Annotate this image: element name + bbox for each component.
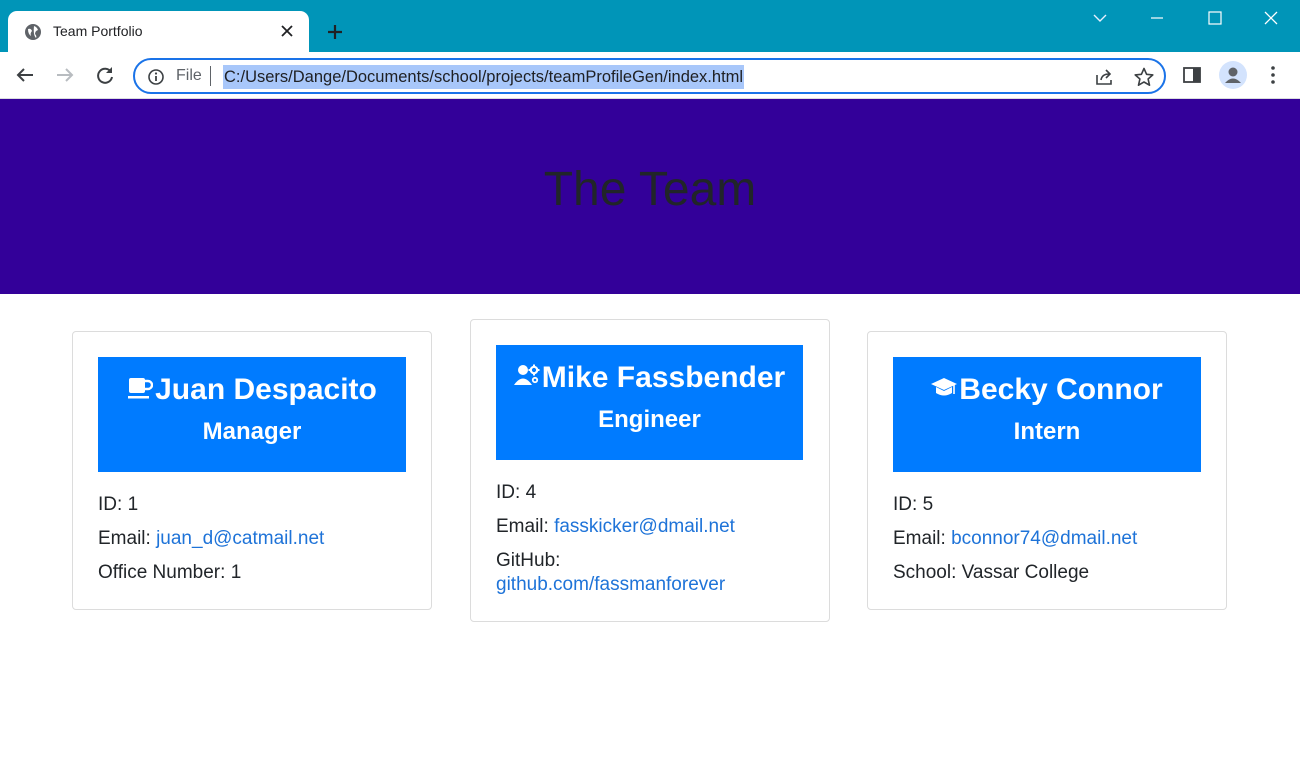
graduation-cap-icon	[931, 378, 958, 396]
jumbotron-header: The Team	[0, 99, 1300, 294]
card-header: Juan Despacito Manager	[98, 357, 406, 472]
new-tab-plus-icon[interactable]	[324, 21, 346, 43]
minimize-icon[interactable]	[1147, 8, 1167, 28]
site-info-icon[interactable]	[147, 68, 165, 86]
share-icon[interactable]	[1093, 66, 1115, 88]
side-panel-icon[interactable]	[1181, 64, 1203, 86]
url-text[interactable]: C:/Users/Dange/Documents/school/projects…	[223, 65, 745, 89]
member-email: Email: bconnor74@dmail.net	[893, 528, 1138, 549]
member-id: ID: 4	[496, 482, 537, 503]
member-github: github.com/fassmanforever	[496, 573, 725, 597]
team-member-card: Juan Despacito Manager ID: 1 Email: juan…	[72, 331, 432, 610]
globe-icon	[25, 24, 41, 40]
tab-search-chevron-icon[interactable]	[1090, 8, 1110, 28]
coffee-mug-icon	[128, 378, 154, 399]
back-arrow-icon[interactable]	[14, 64, 36, 86]
user-gear-icon	[513, 364, 540, 385]
card-header: Mike Fassbender Engineer	[496, 345, 803, 460]
tab-title: Team Portfolio	[53, 23, 143, 39]
profile-avatar-icon[interactable]	[1219, 61, 1247, 89]
member-role: Intern	[1013, 418, 1081, 445]
member-email: Email: fasskicker@dmail.net	[496, 516, 735, 537]
address-bar[interactable]: File C:/Users/Dange/Documents/school/pro…	[133, 58, 1166, 94]
close-tab-icon[interactable]	[279, 23, 295, 39]
tab-team-portfolio[interactable]: Team Portfolio	[8, 11, 309, 52]
member-github-label: GitHub:	[496, 550, 561, 571]
member-office-number: Office Number: 1	[98, 562, 242, 583]
member-role: Manager	[202, 418, 302, 445]
member-school: School: Vassar College	[893, 562, 1090, 583]
member-email: Email: juan_d@catmail.net	[98, 528, 325, 549]
forward-arrow-icon[interactable]	[54, 64, 76, 86]
member-id: ID: 1	[98, 494, 139, 515]
github-link[interactable]: github.com/fassmanforever	[496, 574, 725, 595]
page-title: The Team	[543, 163, 757, 216]
reload-icon[interactable]	[94, 64, 116, 86]
team-member-card: Mike Fassbender Engineer ID: 4 Email: fa…	[470, 319, 830, 622]
browser-toolbar: File C:/Users/Dange/Documents/school/pro…	[0, 52, 1300, 99]
kebab-menu-icon[interactable]	[1262, 64, 1284, 86]
member-name: Mike Fassbender	[496, 361, 803, 395]
email-link[interactable]: bconnor74@dmail.net	[951, 528, 1137, 549]
tab-strip: Team Portfolio	[0, 0, 1300, 52]
member-name: Juan Despacito	[98, 373, 406, 407]
card-header: Becky Connor Intern	[893, 357, 1201, 472]
email-link[interactable]: juan_d@catmail.net	[156, 528, 324, 549]
url-scheme-label: File	[176, 67, 202, 84]
member-name: Becky Connor	[893, 373, 1201, 407]
member-role: Engineer	[598, 406, 701, 433]
close-window-icon[interactable]	[1261, 8, 1281, 28]
url-separator	[210, 66, 211, 86]
member-id: ID: 5	[893, 494, 934, 515]
maximize-icon[interactable]	[1205, 8, 1225, 28]
bookmark-star-icon[interactable]	[1133, 66, 1155, 88]
team-member-card: Becky Connor Intern ID: 5 Email: bconnor…	[867, 331, 1227, 610]
email-link[interactable]: fasskicker@dmail.net	[554, 516, 735, 537]
